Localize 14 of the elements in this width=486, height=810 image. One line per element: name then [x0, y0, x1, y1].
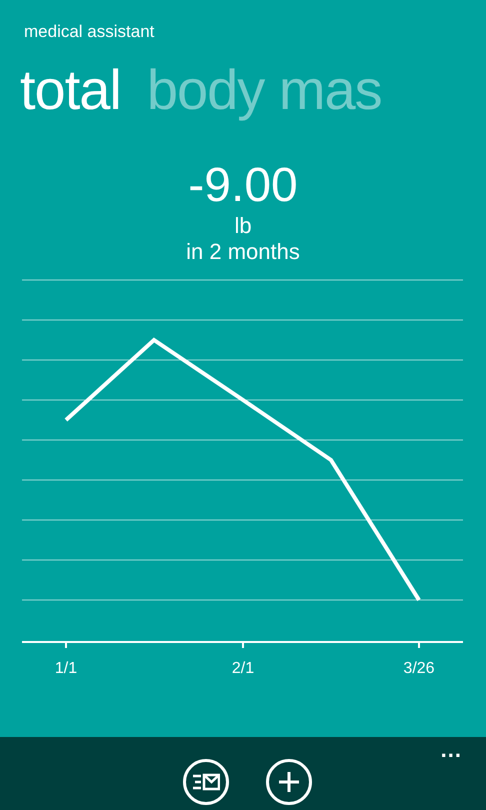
more-button[interactable]: ...: [440, 739, 462, 761]
send-mail-button[interactable]: [182, 759, 228, 805]
axis-label: 3/26: [403, 660, 435, 677]
mail-icon: [192, 772, 220, 792]
axis-label: 1/1: [54, 660, 78, 677]
add-button[interactable]: [266, 759, 312, 805]
pivot-header[interactable]: body mas: [146, 58, 382, 122]
plus-icon: [278, 771, 300, 793]
unit-label: lb: [234, 214, 252, 238]
period-label: in 2 months: [186, 238, 300, 266]
pivot-header[interactable]: total: [20, 58, 121, 122]
weight-change-value: -9.00: [188, 158, 298, 214]
app-title: medical assistant: [24, 22, 154, 41]
axis-label: 2/1: [232, 660, 254, 677]
